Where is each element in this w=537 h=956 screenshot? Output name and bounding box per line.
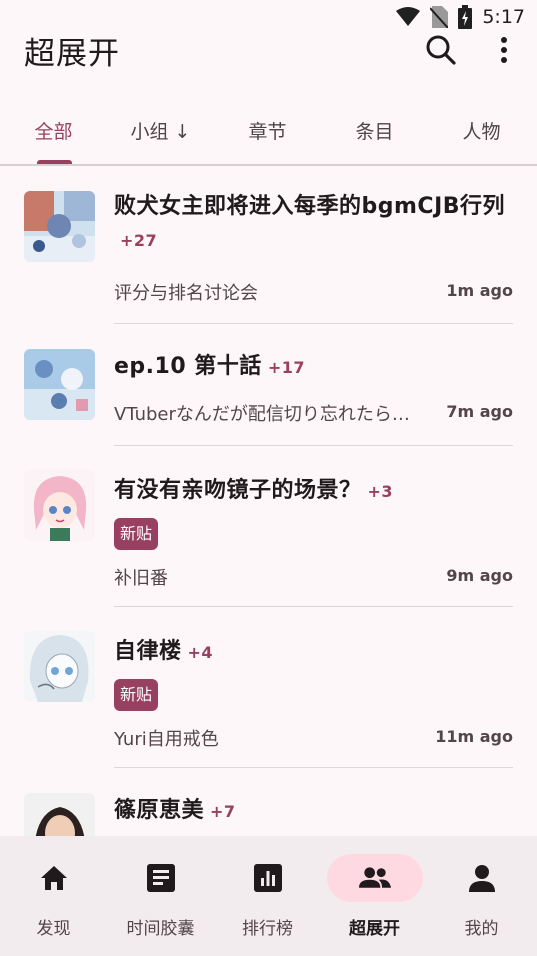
- topic-title-text: 败犬女主即将进入每季的bgmCJB行列: [114, 194, 506, 219]
- topic-meta: 补旧番 9m ago: [114, 564, 513, 594]
- timestamp: 9m ago: [446, 566, 513, 585]
- topic-row[interactable]: 败犬女主即将进入每季的bgmCJB行列 +27 评分与排名讨论会 1m ago: [0, 166, 537, 324]
- topic-title-text: 篠原恵美: [114, 798, 205, 823]
- clock: 5:17: [482, 6, 525, 28]
- timestamp: 11m ago: [435, 727, 513, 746]
- topic-title[interactable]: 自律楼 +4: [114, 635, 513, 669]
- bottom-navigation: 发现 时间胶囊 排行榜 超展开 我的: [0, 836, 537, 956]
- wifi-icon: [396, 7, 421, 26]
- topic-meta: VTuberなんだが配信切り忘れたら伝説になってた 7m ago: [114, 400, 513, 430]
- reply-count: +27: [120, 231, 158, 250]
- tab-all[interactable]: 全部: [0, 106, 107, 164]
- tab-group[interactable]: 小组 ↓: [107, 106, 214, 164]
- nav-discover[interactable]: 发现: [0, 836, 107, 956]
- topic-title-text: 有没有亲吻镜子的场景？: [114, 478, 362, 503]
- tab-person[interactable]: 人物: [428, 106, 535, 164]
- topic-body: ep.10 第十話 +17 VTuberなんだが配信切り忘れたら伝説になってた 7…: [114, 350, 513, 425]
- timeline-icon: [145, 862, 177, 894]
- badge-wrap: 新贴: [114, 679, 513, 711]
- ranking-icon: [252, 862, 284, 894]
- app-bar: 超展开: [0, 26, 537, 76]
- topic-body: 自律楼 +4 新贴 Yuri自用戒色 11m ago: [114, 635, 513, 750]
- group-name[interactable]: VTuberなんだが配信切り忘れたら伝説になってた: [114, 400, 426, 426]
- topic-row[interactable]: 自律楼 +4 新贴 Yuri自用戒色 11m ago: [0, 607, 537, 768]
- topic-title[interactable]: ep.10 第十話 +17: [114, 350, 513, 384]
- tab-subject[interactable]: 条目: [321, 106, 428, 164]
- tab-label: 人物: [462, 121, 501, 143]
- nav-rakuen[interactable]: 超展开: [321, 836, 428, 956]
- tab-chapter[interactable]: 章节: [214, 106, 321, 164]
- nav-timeline[interactable]: 时间胶囊: [107, 836, 214, 956]
- timestamp: 1m ago: [446, 281, 513, 300]
- nav-label: 排行榜: [242, 919, 293, 939]
- topic-thumbnail: [24, 349, 95, 420]
- badge-wrap: 新贴: [114, 518, 513, 550]
- timestamp: 7m ago: [446, 402, 513, 421]
- topic-thumbnail: [24, 470, 95, 541]
- home-icon: [38, 862, 70, 894]
- screen: 5:17 超展开 全部 小组 ↓ 章节 条目 人物 败犬女主即将进入每季的bgm…: [0, 0, 537, 956]
- topic-title[interactable]: 有没有亲吻镜子的场景？ +3: [114, 474, 513, 508]
- topic-thumbnail: [24, 191, 95, 262]
- search-icon: [426, 35, 456, 65]
- nav-ranking[interactable]: 排行榜: [214, 836, 321, 956]
- group-name[interactable]: Yuri自用戒色: [114, 725, 219, 751]
- person-icon: [466, 862, 498, 894]
- reply-count: +4: [187, 643, 214, 662]
- reply-count: +3: [367, 482, 394, 501]
- topic-body: 败犬女主即将进入每季的bgmCJB行列 +27 评分与排名讨论会 1m ago: [114, 190, 513, 304]
- tab-label: 全部: [34, 121, 73, 143]
- no-sim-icon: [430, 6, 449, 28]
- topic-list[interactable]: 败犬女主即将进入每季的bgmCJB行列 +27 评分与排名讨论会 1m ago e…: [0, 166, 537, 836]
- nav-label: 发现: [36, 919, 71, 939]
- reply-count: +17: [267, 358, 305, 377]
- new-post-badge: 新贴: [114, 518, 159, 550]
- new-post-badge: 新贴: [114, 679, 159, 711]
- page-title: 超展开: [24, 36, 120, 72]
- nav-me[interactable]: 我的: [428, 836, 535, 956]
- topic-row[interactable]: 篠原恵美 +7: [0, 768, 537, 836]
- more-vert-icon: [501, 37, 507, 63]
- topic-body: 有没有亲吻镜子的场景？ +3 新贴 补旧番 9m ago: [114, 474, 513, 589]
- group-name[interactable]: 评分与排名讨论会: [114, 279, 258, 305]
- group-name[interactable]: 补旧番: [114, 564, 168, 590]
- search-button[interactable]: [421, 30, 461, 70]
- tab-label: 条目: [355, 121, 394, 143]
- reply-count: +7: [210, 802, 236, 821]
- topic-body: 篠原恵美 +7: [114, 794, 513, 828]
- nav-label: 我的: [464, 919, 499, 939]
- nav-label: 超展开: [349, 919, 400, 939]
- tab-label: 章节: [248, 121, 287, 143]
- topic-thumbnail: [24, 631, 95, 702]
- more-options-button[interactable]: [484, 30, 524, 70]
- group-icon: [358, 862, 391, 894]
- topic-title-text: ep.10 第十話: [114, 354, 262, 379]
- nav-label: 时间胶囊: [126, 919, 195, 939]
- topic-meta: Yuri自用戒色 11m ago: [114, 725, 513, 755]
- tab-bar: 全部 小组 ↓ 章节 条目 人物: [0, 106, 537, 164]
- tab-label: 小组 ↓: [130, 121, 191, 143]
- topic-row[interactable]: ep.10 第十話 +17 VTuberなんだが配信切り忘れたら伝説になってた 7…: [0, 324, 537, 446]
- topic-title[interactable]: 篠原恵美 +7: [114, 794, 513, 828]
- topic-title-text: 自律楼: [114, 639, 182, 664]
- topic-row[interactable]: 有没有亲吻镜子的场景？ +3 新贴 补旧番 9m ago: [0, 446, 537, 607]
- topic-thumbnail: [24, 793, 95, 836]
- topic-meta: 评分与排名讨论会 1m ago: [114, 279, 513, 309]
- topic-title[interactable]: 败犬女主即将进入每季的bgmCJB行列 +27: [114, 190, 513, 257]
